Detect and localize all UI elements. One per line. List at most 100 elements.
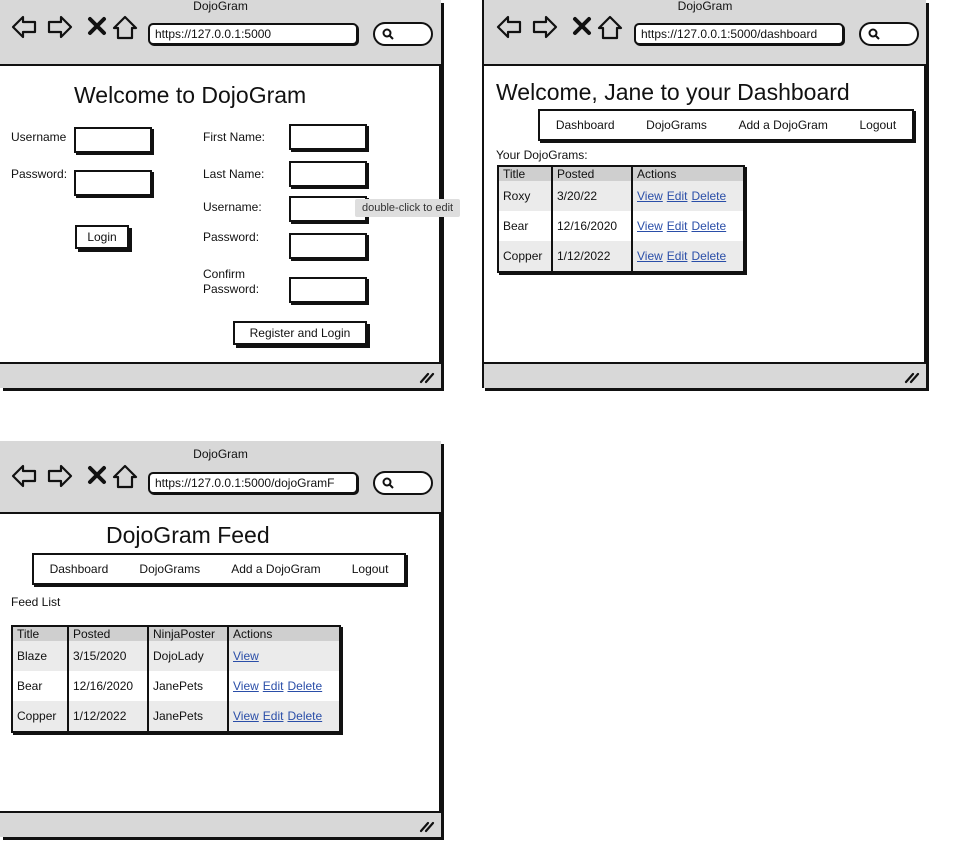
login-window: DojoGram https://127.0.0.1:5000 Welcome …	[0, 0, 461, 388]
last-name-label: Last Name:	[203, 167, 265, 181]
search-box[interactable]	[373, 22, 433, 46]
browser-chrome: DojoGram https://127.0.0.1:5000	[0, 0, 441, 66]
edit-link[interactable]: Edit	[263, 709, 284, 723]
stop-x-icon[interactable]	[569, 13, 597, 41]
table-row: Copper 1/12/2022 JanePets View Edit Delete	[12, 701, 340, 732]
page-title: Welcome, Jane to your Dashboard	[496, 79, 850, 105]
cell-posted: 3/20/22	[551, 181, 632, 211]
menu-item-dojograms[interactable]: DojoGrams	[139, 562, 200, 576]
cell-title: Roxy	[498, 181, 552, 211]
cell-actions: View Edit Delete	[631, 181, 744, 211]
menu-item-logout[interactable]: Logout	[352, 562, 389, 576]
menu-item-dashboard[interactable]: Dashboard	[556, 118, 615, 132]
edit-link[interactable]: Edit	[667, 219, 688, 233]
url-bar[interactable]: https://127.0.0.1:5000/dashboard	[634, 23, 844, 45]
stop-x-icon[interactable]	[84, 462, 112, 490]
edit-link[interactable]: Edit	[667, 189, 688, 203]
search-icon	[382, 477, 394, 489]
search-box[interactable]	[373, 471, 433, 495]
dashboard-window: DojoGram https://127.0.0.1:5000/dashboar…	[482, 0, 926, 388]
url-bar[interactable]: https://127.0.0.1:5000/dojoGramF	[148, 472, 358, 494]
register-username-label: Username:	[203, 200, 262, 214]
cell-actions: View Edit Delete	[227, 671, 340, 701]
table-header-row: Title Posted Actions	[498, 166, 744, 181]
table-header-row: Title Posted NinjaPoster Actions	[12, 626, 340, 641]
confirm-password-label-line2: Password:	[203, 282, 260, 296]
cell-actions: View Edit Delete	[631, 241, 744, 272]
forward-arrow-icon[interactable]	[46, 462, 74, 490]
menu-item-add-dojogram[interactable]: Add a DojoGram	[231, 562, 320, 576]
menu-item-dashboard[interactable]: Dashboard	[50, 562, 109, 576]
last-name-input[interactable]	[289, 161, 367, 187]
register-password-input[interactable]	[289, 233, 367, 259]
cell-title: Bear	[503, 219, 529, 233]
stop-x-icon[interactable]	[84, 13, 112, 41]
table-row: Bear 12/16/2020 JanePets View Edit Delete	[12, 671, 340, 701]
cell-title: Bear	[17, 679, 43, 693]
delete-link[interactable]: Delete	[691, 249, 726, 263]
cell-posted: 12/16/2020	[67, 671, 148, 701]
delete-link[interactable]: Delete	[287, 709, 322, 723]
cell-poster: JanePets	[147, 671, 228, 701]
delete-link[interactable]: Delete	[287, 679, 322, 693]
window-title: DojoGram	[193, 447, 248, 461]
first-name-input[interactable]	[289, 124, 367, 150]
register-password-label: Password:	[203, 230, 260, 244]
view-link[interactable]: View	[637, 219, 663, 233]
view-link[interactable]: View	[637, 189, 663, 203]
cell-poster: JanePets	[147, 701, 228, 732]
search-icon	[382, 28, 394, 40]
delete-link[interactable]: Delete	[691, 219, 726, 233]
column-header: Title	[498, 166, 552, 181]
login-password-input[interactable]	[74, 170, 152, 196]
back-arrow-icon[interactable]	[10, 13, 38, 41]
confirm-password-input[interactable]	[289, 277, 367, 303]
feed-window: DojoGram https://127.0.0.1:5000/dojoGram…	[0, 441, 441, 837]
cell-title: Blaze	[12, 641, 68, 671]
status-bar	[484, 362, 926, 388]
menu-item-dojograms[interactable]: DojoGrams	[646, 118, 707, 132]
dojograms-table: Title Posted Actions Roxy 3/20/22 View Ed…	[497, 165, 745, 273]
home-icon[interactable]	[111, 462, 139, 490]
login-button[interactable]: Login	[75, 225, 129, 249]
edit-link[interactable]: Edit	[667, 249, 688, 263]
login-username-input[interactable]	[74, 127, 152, 153]
view-link[interactable]: View	[233, 649, 259, 663]
resize-grip-icon[interactable]	[904, 370, 920, 384]
delete-link[interactable]: Delete	[691, 189, 726, 203]
cell-poster: DojoLady	[147, 641, 228, 671]
url-bar[interactable]: https://127.0.0.1:5000	[148, 23, 358, 45]
cell-posted: 12/16/2020	[551, 211, 632, 241]
column-header: Posted	[551, 166, 632, 181]
back-arrow-icon[interactable]	[495, 13, 523, 41]
first-name-label: First Name:	[203, 130, 266, 144]
column-header: Title	[12, 626, 68, 641]
search-icon	[868, 28, 880, 40]
search-box[interactable]	[859, 22, 919, 46]
cell-posted: 3/15/2020	[67, 641, 148, 671]
window-title: DojoGram	[193, 0, 248, 13]
menu-item-logout[interactable]: Logout	[859, 118, 896, 132]
page-title: DojoGram Feed	[106, 522, 270, 548]
edit-link[interactable]: Edit	[263, 679, 284, 693]
resize-grip-icon[interactable]	[419, 370, 435, 384]
view-link[interactable]: View	[233, 679, 259, 693]
cell-actions: View Edit Delete	[631, 211, 744, 241]
nav-menu: Dashboard DojoGrams Add a DojoGram Logou…	[538, 109, 914, 141]
register-button[interactable]: Register and Login	[233, 321, 367, 345]
view-link[interactable]: View	[637, 249, 663, 263]
menu-item-add-dojogram[interactable]: Add a DojoGram	[738, 118, 827, 132]
home-icon[interactable]	[111, 13, 139, 41]
forward-arrow-icon[interactable]	[46, 13, 74, 41]
resize-grip-icon[interactable]	[419, 819, 435, 833]
edit-tooltip: double-click to edit	[355, 199, 461, 217]
forward-arrow-icon[interactable]	[531, 13, 559, 41]
section-label: Your DojoGrams:	[496, 148, 588, 162]
back-arrow-icon[interactable]	[10, 462, 38, 490]
browser-chrome: DojoGram https://127.0.0.1:5000/dojoGram…	[0, 441, 441, 514]
window-title: DojoGram	[677, 0, 733, 13]
section-label: Feed List	[11, 595, 61, 609]
view-link[interactable]: View	[233, 709, 259, 723]
home-icon[interactable]	[596, 13, 624, 41]
table-row: Bear 12/16/2020 View Edit Delete	[498, 211, 744, 241]
